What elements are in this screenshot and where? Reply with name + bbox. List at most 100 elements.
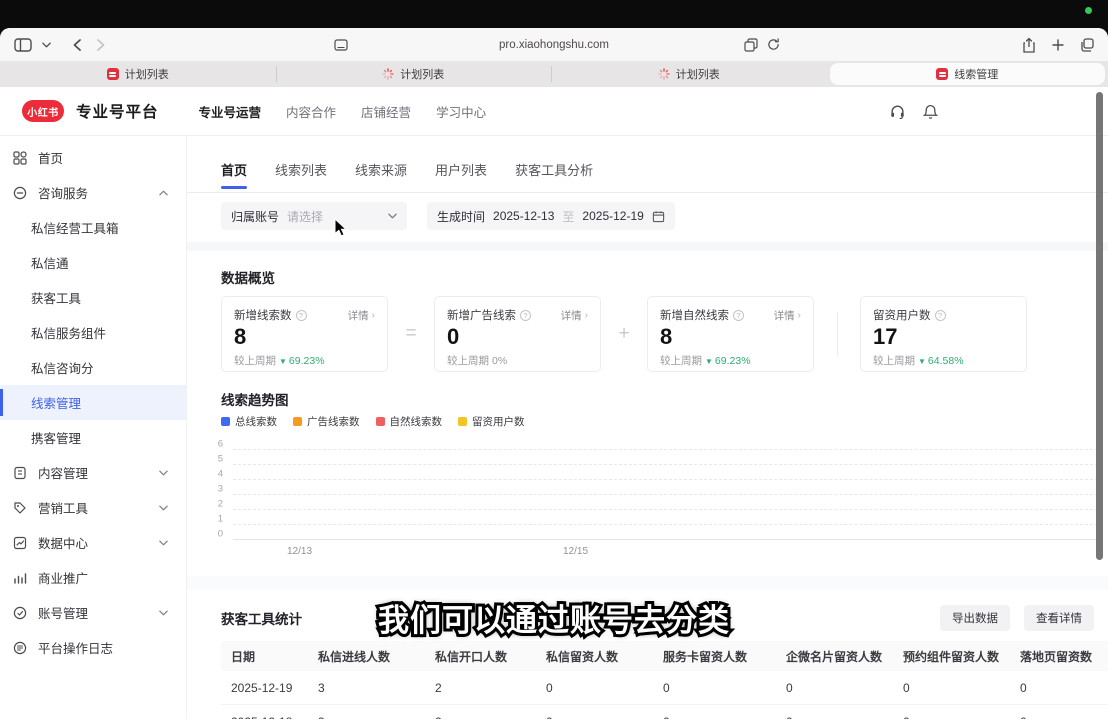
help-icon[interactable]: ? xyxy=(935,310,946,321)
detail-link[interactable]: 详情› xyxy=(774,308,801,323)
loading-spinner-icon xyxy=(658,68,670,80)
browser-toolbar: pro.xiaohongshu.com xyxy=(0,28,1108,61)
page-menu-icon[interactable] xyxy=(334,39,348,51)
sidebar-item-dm-consult-score[interactable]: 私信咨询分 xyxy=(0,350,186,385)
xiaohongshu-favicon xyxy=(936,68,948,80)
legend-total-leads[interactable]: 总线索数 xyxy=(221,414,277,429)
tab-lead-source[interactable]: 线索来源 xyxy=(355,160,407,193)
sidebar-item-commercial-promotion[interactable]: 商业推广 xyxy=(0,560,186,595)
nav-professional-operation[interactable]: 专业号运营 xyxy=(199,102,262,121)
card-new-organic-leads: 新增自然线索? 详情› 8 较上周期69.23% xyxy=(647,296,814,372)
page-tabs: 首页 线索列表 线索来源 用户列表 获客工具分析 xyxy=(221,160,1108,193)
card-retained-users: 留资用户数? 17 较上周期64.58% xyxy=(860,296,1027,372)
nav-shop-management[interactable]: 店铺经营 xyxy=(361,102,411,121)
chevron-down-icon xyxy=(159,610,168,616)
divider xyxy=(187,192,1108,193)
vertical-scrollbar[interactable] xyxy=(1096,92,1103,560)
tab-home[interactable]: 首页 xyxy=(221,160,247,193)
tag-icon xyxy=(13,501,29,515)
plus-operator: + xyxy=(601,323,647,345)
address-bar[interactable]: pro.xiaohongshu.com xyxy=(499,39,609,51)
reload-button[interactable] xyxy=(767,38,780,52)
nav-learning-center[interactable]: 学习中心 xyxy=(436,102,486,121)
browser-tab-2[interactable]: 计划列表 xyxy=(276,61,552,87)
sidebar-item-platform-logs[interactable]: 平台操作日志 xyxy=(0,630,186,665)
account-select-label: 归属账号 xyxy=(231,208,279,225)
stats-table: 日期 私信进线人数 私信开口人数 私信留资人数 服务卡留资人数 企微名片留资人数… xyxy=(221,641,1108,719)
change-value: 64.58% xyxy=(918,355,964,367)
sidebar-item-dm-toolbox[interactable]: 私信经营工具箱 xyxy=(0,210,186,245)
trend-chart: 6 5 4 3 2 1 0 12/13 12/15 xyxy=(207,442,1098,562)
screen: pro.xiaohongshu.com 计划列表 计划列表 xyxy=(0,0,1108,720)
browser-tab-label: 线索管理 xyxy=(954,66,998,82)
date-range-picker[interactable]: 生成时间 2025-12-13 至 2025-12-19 xyxy=(427,202,675,230)
tab-overview-button[interactable] xyxy=(1080,38,1094,52)
forward-button[interactable] xyxy=(97,39,105,51)
customer-service-icon[interactable] xyxy=(890,104,905,119)
legend-swatch xyxy=(221,417,230,426)
date-range-label: 生成时间 xyxy=(437,208,485,225)
sidebar-group-consulting[interactable]: 咨询服务 xyxy=(0,175,186,210)
sidebar-group-data-center[interactable]: 数据中心 xyxy=(0,525,186,560)
tab-lead-tool-analysis[interactable]: 获客工具分析 xyxy=(515,160,593,193)
sidebar-item-home[interactable]: 首页 xyxy=(0,140,186,175)
tab-lead-list[interactable]: 线索列表 xyxy=(275,160,327,193)
copy-pages-icon[interactable] xyxy=(744,38,758,52)
chevron-up-icon xyxy=(159,190,168,196)
detail-link[interactable]: 详情› xyxy=(561,308,588,323)
sidebar-item-lead-tools[interactable]: 获客工具 xyxy=(0,280,186,315)
legend-ad-leads[interactable]: 广告线索数 xyxy=(293,414,360,429)
browser-tab-strip: 计划列表 计划列表 计划列表 线索管理 xyxy=(0,61,1108,87)
overview-section-title: 数据概览 xyxy=(221,267,275,287)
change-value: 0% xyxy=(492,355,507,367)
sidebar-item-dm-service-component[interactable]: 私信服务组件 xyxy=(0,315,186,350)
card-new-leads: 新增线索数? 详情› 8 较上周期69.23% xyxy=(221,296,388,372)
card-new-ad-leads: 新增广告线索? 详情› 0 较上周期0% xyxy=(434,296,601,372)
filter-bar: 归属账号 请选择 生成时间 2025-12-13 至 2025-12-19 xyxy=(221,202,675,230)
help-icon[interactable]: ? xyxy=(520,310,531,321)
account-select[interactable]: 归属账号 请选择 xyxy=(221,202,407,230)
account-check-icon xyxy=(13,606,29,620)
table-row[interactable]: 2025-12-19 3 2 0 0 0 0 0 xyxy=(221,671,1108,705)
chevron-down-icon xyxy=(159,540,168,546)
sidebar-chevron-down-icon[interactable] xyxy=(42,42,51,48)
nav-content-cooperation[interactable]: 内容合作 xyxy=(286,102,336,121)
section-divider-band xyxy=(187,576,1108,590)
browser-tab-4-active[interactable]: 线索管理 xyxy=(830,63,1106,85)
date-end-value: 2025-12-19 xyxy=(582,209,643,223)
overview-cards: 新增线索数? 详情› 8 较上周期69.23% = 新增广告线索? 详情› 0 … xyxy=(221,296,1108,372)
equals-operator: = xyxy=(388,323,434,345)
calendar-icon xyxy=(652,210,665,223)
help-icon[interactable]: ? xyxy=(296,310,307,321)
browser-tab-3[interactable]: 计划列表 xyxy=(551,61,827,87)
table-row[interactable]: 2025-12-18 3 2 0 0 0 0 0 xyxy=(221,705,1108,719)
date-to-word: 至 xyxy=(562,208,574,225)
sidebar-group-marketing-tools[interactable]: 营销工具 xyxy=(0,490,186,525)
sidebar-toggle-icon[interactable] xyxy=(14,38,32,52)
sidebar-item-lead-management[interactable]: 线索管理 xyxy=(0,385,186,420)
legend-organic-leads[interactable]: 自然线索数 xyxy=(376,414,443,429)
sidebar-group-account-management[interactable]: 账号管理 xyxy=(0,595,186,630)
sidebar-item-dm-tong[interactable]: 私信通 xyxy=(0,245,186,280)
doc-icon xyxy=(13,466,29,480)
sidebar-item-guest-management[interactable]: 携客管理 xyxy=(0,420,186,455)
account-select-placeholder: 请选择 xyxy=(287,208,323,225)
app-header: 小红书 专业号平台 专业号运营 内容合作 店铺经营 学习中心 xyxy=(0,87,1108,136)
back-button[interactable] xyxy=(73,39,81,51)
view-details-button[interactable]: 查看详情 xyxy=(1024,605,1094,631)
notification-bell-icon[interactable] xyxy=(923,104,938,119)
export-data-button[interactable]: 导出数据 xyxy=(940,605,1010,631)
detail-link[interactable]: 详情› xyxy=(348,308,375,323)
help-icon[interactable]: ? xyxy=(733,310,744,321)
xiaohongshu-logo[interactable]: 小红书 xyxy=(22,100,64,122)
card-value: 8 xyxy=(234,325,375,349)
new-tab-button[interactable] xyxy=(1052,39,1064,51)
sidebar-group-content-management[interactable]: 内容管理 xyxy=(0,455,186,490)
chevron-down-icon xyxy=(159,505,168,511)
tab-user-list[interactable]: 用户列表 xyxy=(435,160,487,193)
legend-swatch xyxy=(458,417,467,426)
share-button[interactable] xyxy=(1022,37,1036,53)
browser-tab-1[interactable]: 计划列表 xyxy=(0,61,276,87)
app-nav: 专业号运营 内容合作 店铺经营 学习中心 xyxy=(199,102,487,121)
legend-retained-users[interactable]: 留资用户数 xyxy=(458,414,525,429)
